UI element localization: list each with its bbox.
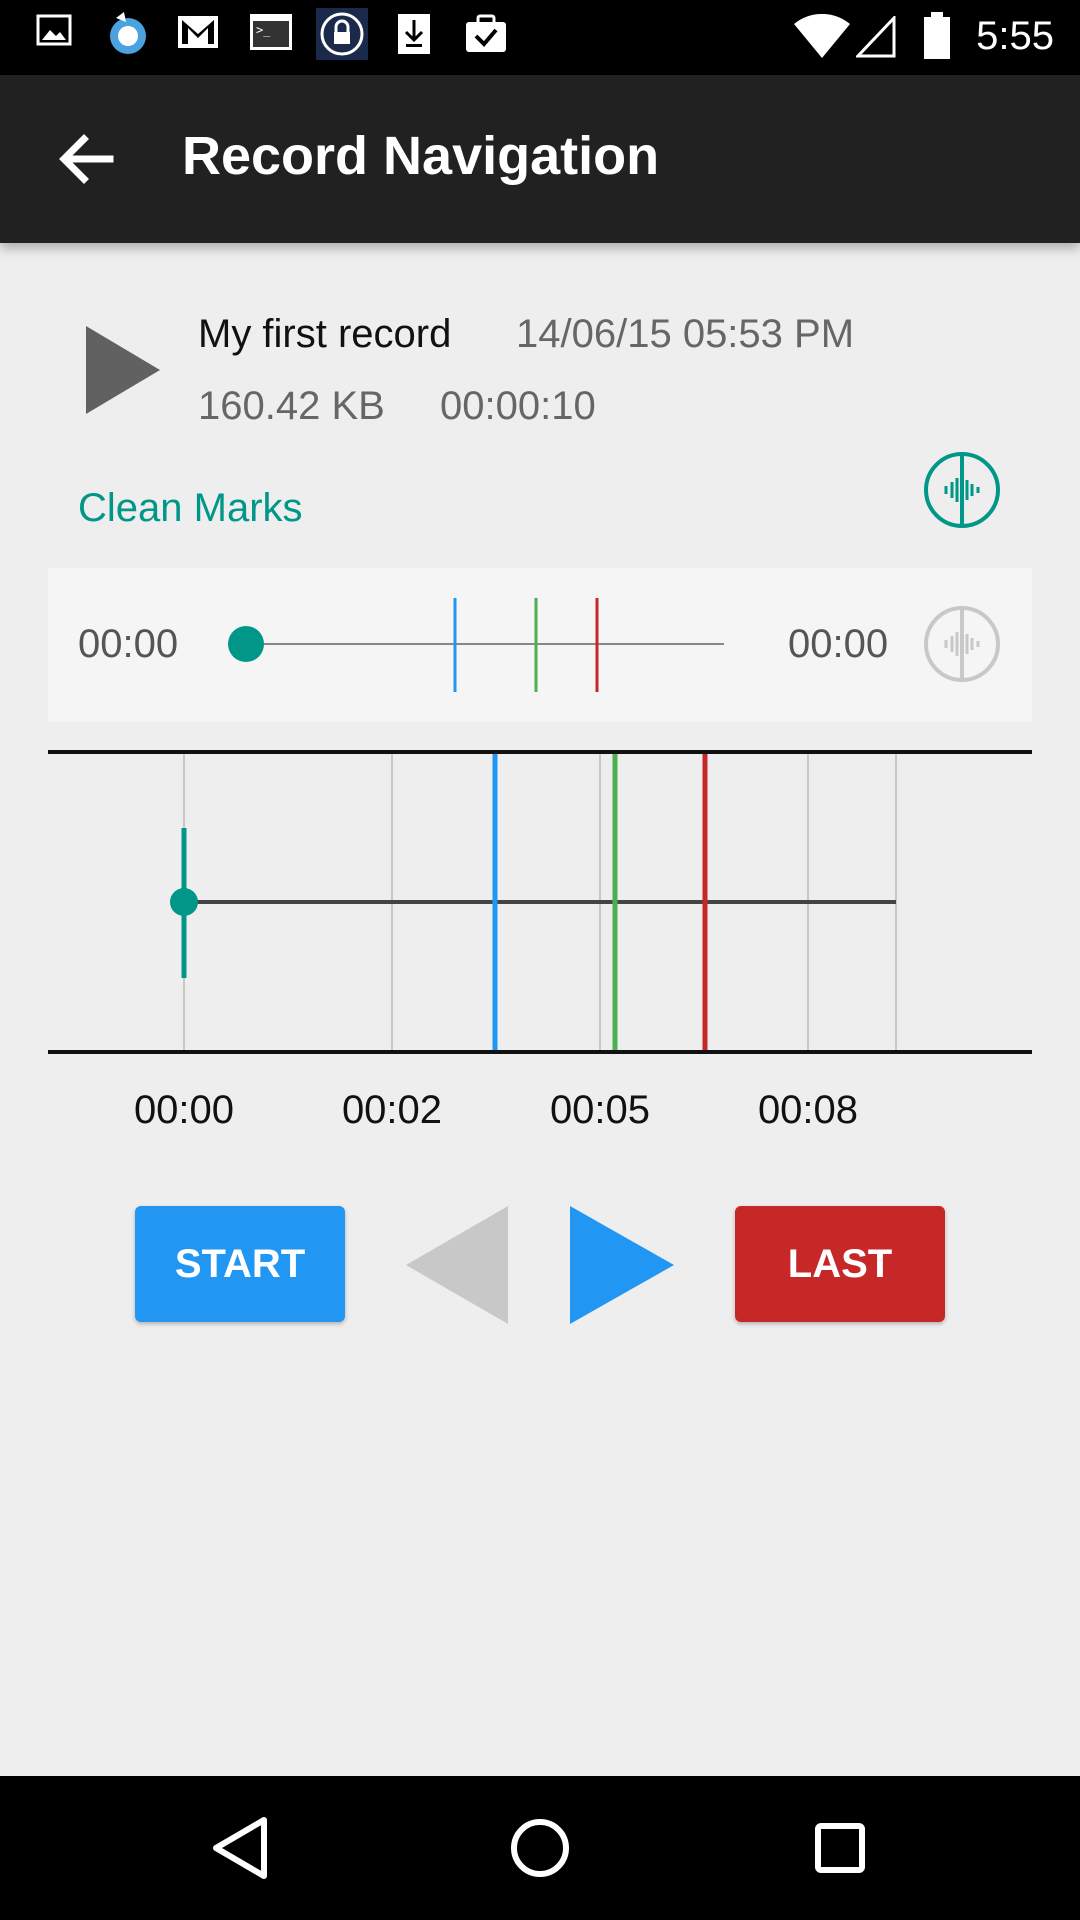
status-time: 5:55 [976,14,1054,58]
seek-bar[interactable] [220,590,740,700]
tick-label: 00:08 [757,1088,859,1132]
download-icon [398,14,430,54]
waveform-disabled-icon[interactable] [922,604,1002,684]
next-mark-icon[interactable] [568,1204,676,1326]
browser-icon [110,12,146,54]
record-size: 160.42 KB [198,384,385,428]
image-icon [36,14,72,46]
terminal-icon: >_ [250,14,292,50]
navigation-bar [0,1776,1080,1920]
clipboard-check-icon [466,14,506,52]
cell-signal-icon [856,16,896,58]
tick-label: 00:02 [341,1088,443,1132]
record-name: My first record [198,312,452,356]
start-button[interactable]: START [135,1206,345,1322]
app-bar: Record Navigation [0,75,1080,243]
last-button[interactable]: LAST [735,1206,945,1322]
battery-icon [924,12,950,59]
home-circle-icon[interactable] [504,1812,576,1884]
gmail-icon [178,16,218,48]
arrow-left-icon[interactable] [48,119,128,199]
record-duration: 00:00:10 [440,384,596,428]
tick-label: 00:05 [549,1088,651,1132]
current-time: 00:00 [78,622,179,666]
recents-square-icon[interactable] [804,1812,876,1884]
page-title: Record Navigation [182,126,660,186]
clean-marks-button[interactable]: Clean Marks [78,486,303,531]
seek-thumb[interactable] [228,626,264,662]
timeline[interactable] [48,748,1032,1058]
status-bar: >_ 5:55 [0,0,1080,75]
waveform-mark-icon[interactable] [922,450,1002,530]
record-date: 14/06/15 05:53 PM [516,312,855,356]
total-time: 00:00 [788,622,889,666]
back-triangle-icon[interactable] [204,1812,276,1884]
tick-label: 00:00 [133,1088,235,1132]
svg-text:>_: >_ [256,23,271,37]
wifi-icon [794,14,850,58]
play-icon[interactable] [80,320,170,420]
playhead-thumb[interactable] [170,888,198,916]
prev-mark-icon[interactable] [404,1204,512,1326]
lock-icon [316,8,368,60]
